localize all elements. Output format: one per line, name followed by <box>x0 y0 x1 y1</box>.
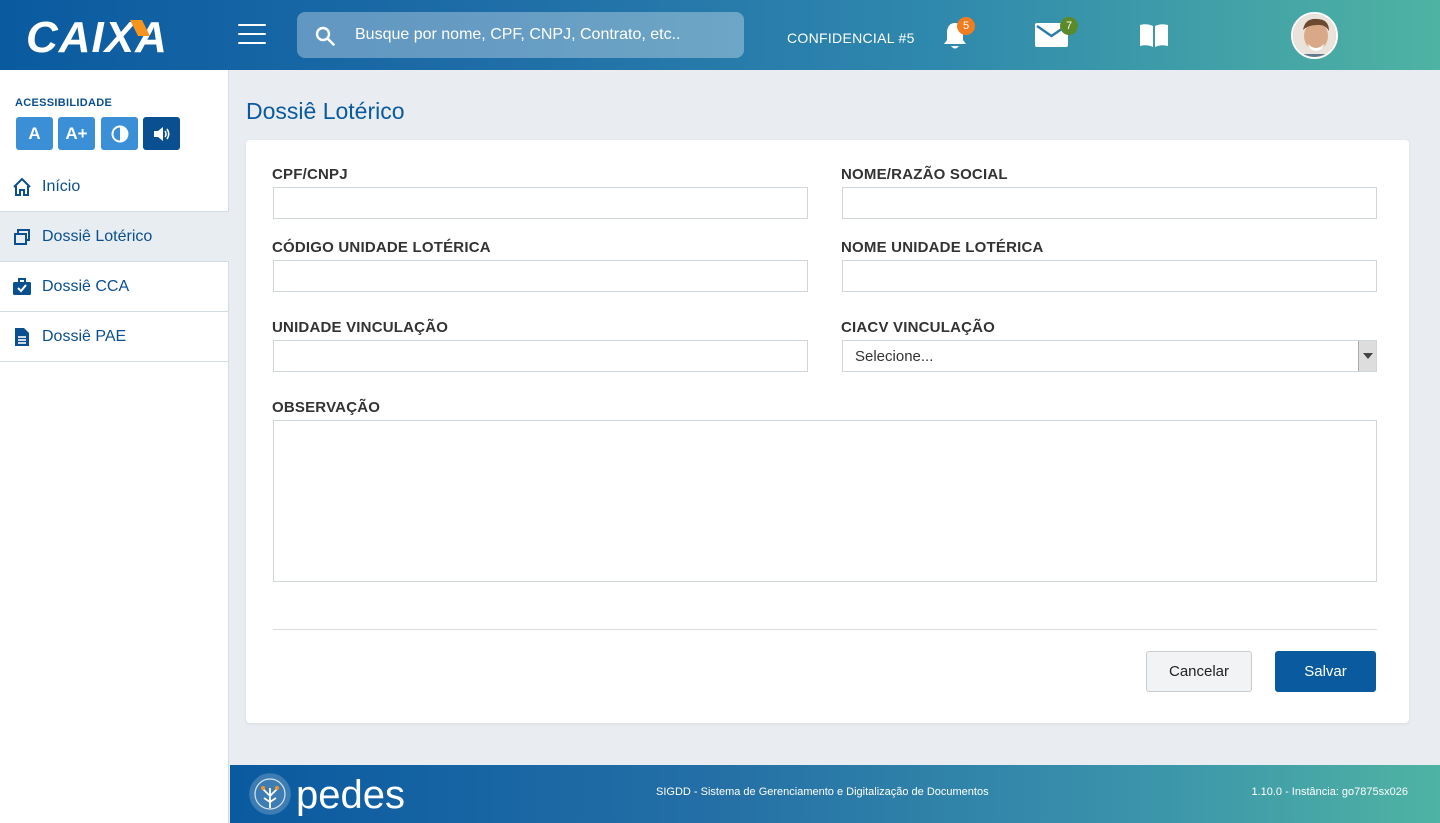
system-name-text: SIGDD - Sistema de Gerenciamento e Digit… <box>656 786 989 798</box>
user-photo-icon <box>1293 14 1336 57</box>
sidebar-item-dossie-loterico[interactable]: Dossiê Lotérico <box>0 212 229 262</box>
top-header: CAIXA CONFIDENCIAL #5 5 7 <box>0 0 1440 70</box>
cpf-cnpj-input[interactable] <box>273 187 808 219</box>
form-divider <box>273 629 1377 630</box>
cancel-button[interactable]: Cancelar <box>1146 651 1252 692</box>
cpf-cnpj-label: CPF/CNPJ <box>272 166 348 183</box>
sidebar-item-label: Dossiê Lotérico <box>42 227 153 245</box>
ciacv-vinculacao-select[interactable]: Selecione... <box>842 340 1377 372</box>
messages-badge: 7 <box>1060 17 1078 35</box>
nome-razao-social-label: NOME/RAZÃO SOCIAL <box>841 166 1008 183</box>
book-open-icon[interactable] <box>1138 22 1170 48</box>
observacao-label: OBSERVAÇÃO <box>272 399 381 416</box>
sidebar-item-dossie-cca[interactable]: Dossiê CCA <box>0 262 229 312</box>
pedes-logo: pedes <box>249 773 405 816</box>
version-text: 1.10.0 - Instância: go7875sx026 <box>1251 786 1408 798</box>
sidebar: ACESSIBILIDADE A A+ Início Dossiê Lotéri… <box>0 70 229 823</box>
observacao-textarea[interactable] <box>273 420 1377 582</box>
speaker-icon <box>153 126 170 141</box>
audio-button[interactable] <box>143 117 180 150</box>
font-increase-button[interactable]: A+ <box>58 117 95 150</box>
search-input[interactable] <box>355 12 735 58</box>
accessibility-label: ACESSIBILIDADE <box>15 97 113 109</box>
save-button[interactable]: Salvar <box>1275 651 1376 692</box>
svg-text:pedes: pedes <box>296 773 405 816</box>
page-title: Dossiê Lotérico <box>246 98 405 124</box>
codigo-unidade-label: CÓDIGO UNIDADE LOTÉRICA <box>272 239 491 256</box>
notifications-badge: 5 <box>957 17 975 35</box>
ciacv-vinculacao-label: CIACV VINCULAÇÃO <box>841 319 996 336</box>
search-icon[interactable] <box>315 26 335 46</box>
nome-unidade-label: NOME UNIDADE LOTÉRICA <box>841 239 1044 256</box>
ciacv-selected-value: Selecione... <box>855 348 934 365</box>
home-icon <box>13 177 31 196</box>
briefcase-check-icon <box>13 278 31 295</box>
nome-unidade-input[interactable] <box>842 260 1377 292</box>
sidebar-item-inicio[interactable]: Início <box>0 162 229 212</box>
unidade-vinculacao-label: UNIDADE VINCULAÇÃO <box>272 319 449 336</box>
confidential-label: CONFIDENCIAL #5 <box>787 30 915 46</box>
sidebar-item-label: Dossiê CCA <box>42 277 130 295</box>
search-bar[interactable] <box>297 12 744 58</box>
sidebar-item-label: Início <box>42 177 81 195</box>
user-avatar[interactable] <box>1291 12 1338 59</box>
font-normal-button[interactable]: A <box>16 117 53 150</box>
unidade-vinculacao-input[interactable] <box>273 340 808 372</box>
contrast-button[interactable] <box>101 117 138 150</box>
caixa-logo[interactable]: CAIXA <box>26 12 198 58</box>
chevron-down-icon[interactable] <box>1358 341 1376 371</box>
sidebar-item-dossie-pae[interactable]: Dossiê PAE <box>0 312 229 362</box>
contrast-icon <box>111 125 128 142</box>
menu-toggle-button[interactable] <box>238 24 266 46</box>
codigo-unidade-input[interactable] <box>273 260 808 292</box>
sidebar-item-label: Dossiê PAE <box>42 327 127 345</box>
document-icon <box>15 328 29 346</box>
copy-icon <box>14 229 30 245</box>
footer: pedes SIGDD - Sistema de Gerenciamento e… <box>230 765 1440 823</box>
nome-razao-social-input[interactable] <box>842 187 1377 219</box>
